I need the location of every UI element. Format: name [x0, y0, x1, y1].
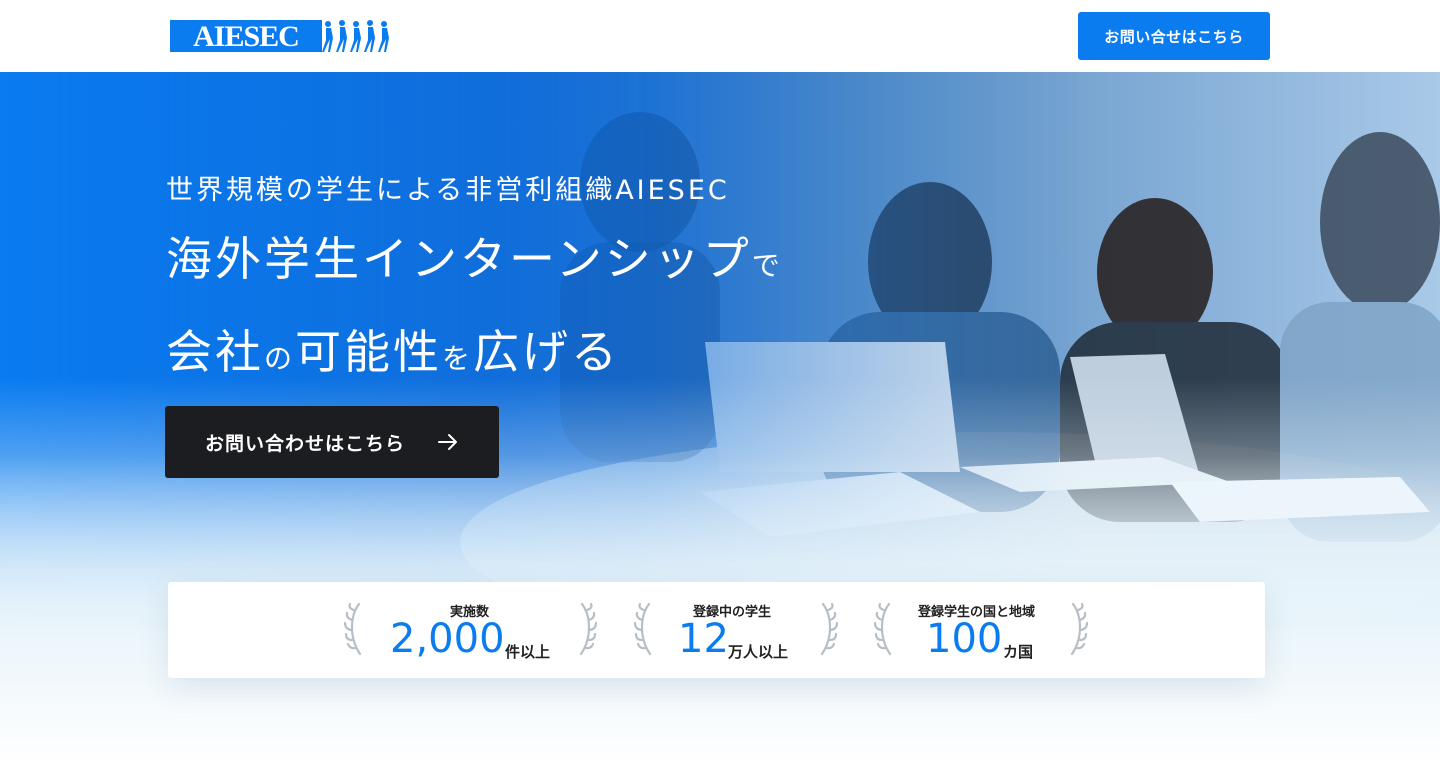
stat-value: 2,000 [390, 616, 505, 662]
laurel-left-icon [634, 602, 652, 656]
hero-title-particle-wo: を [442, 342, 474, 375]
logo-text: AIESEC [193, 20, 299, 52]
hero-contact-button[interactable]: お問い合わせはこちら [165, 406, 499, 478]
laurel-left-icon [344, 602, 362, 656]
laurel-left-icon [874, 602, 892, 656]
aiesec-logo[interactable]: AIESEC [170, 20, 396, 52]
arrow-right-icon [438, 434, 457, 450]
hero-title-particle-no: の [264, 342, 296, 375]
stat-unit: 件以上 [505, 643, 551, 661]
site-header: AIESEC お問い合せはこちら [0, 0, 1440, 72]
stat-value: 12 [678, 616, 729, 662]
hero-title-line1-main: 海外学生インターンシップ [166, 232, 752, 286]
hero-title-word-company: 会社 [166, 325, 264, 379]
stat-implementations: 実施数 2,000 件以上 [344, 582, 598, 678]
hero-title-line-1: 海外学生インターンシップで [166, 216, 783, 309]
hero-title-word-possibility: 可能性 [295, 325, 443, 379]
laurel-right-icon [820, 602, 838, 656]
laurel-right-icon [1070, 602, 1088, 656]
hero-title-line1-particle: で [751, 249, 783, 282]
hero-contact-button-label: お問い合わせはこちら [205, 432, 406, 455]
header-contact-button[interactable]: お問い合せはこちら [1078, 12, 1270, 60]
stat-value: 100 [926, 616, 1003, 662]
hero-section: 世界規模の学生による非営利組織AIESEC 海外学生インターンシップで 会社の可… [0, 72, 1440, 769]
stat-registered-students: 登録中の学生 12 万人以上 [634, 582, 838, 678]
stat-countries: 登録学生の国と地域 100 カ国 [874, 582, 1088, 678]
stat-unit: 万人以上 [728, 643, 789, 661]
stat-unit: カ国 [1003, 643, 1034, 661]
hero-title-line-2: 会社の可能性を広げる [166, 309, 783, 402]
hero-title-word-expand: 広げる [473, 325, 621, 379]
hero-title: 海外学生インターンシップで 会社の可能性を広げる [166, 216, 783, 402]
hero-subtitle: 世界規模の学生による非営利組織AIESEC [166, 175, 730, 206]
laurel-right-icon [579, 602, 597, 656]
stats-card: 実施数 2,000 件以上 登録中の学生 12 万人以上 登録学生の国と地域 1… [168, 582, 1265, 678]
